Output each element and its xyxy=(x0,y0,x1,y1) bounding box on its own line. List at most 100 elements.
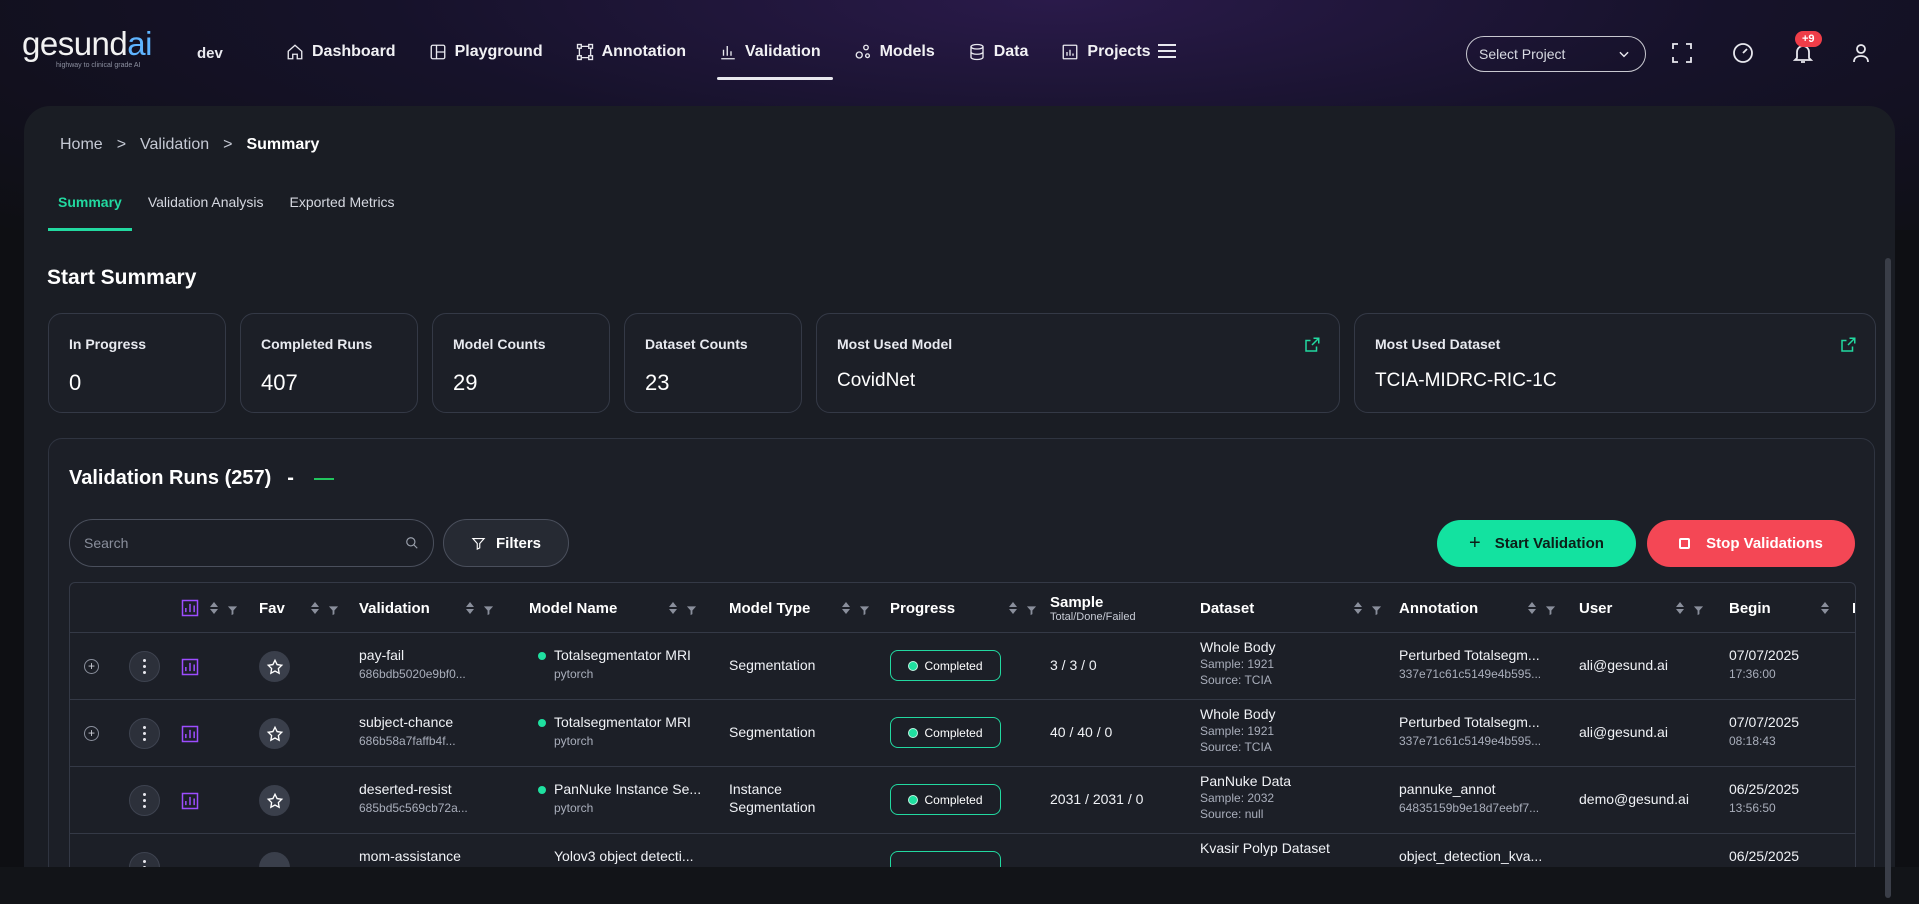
filter-icon[interactable] xyxy=(227,603,238,615)
nav-projects[interactable]: Projects xyxy=(1061,40,1151,80)
fullscreen-icon[interactable] xyxy=(1670,41,1694,65)
column-sample: Sample Total/Done/Failed xyxy=(1050,583,1136,633)
tab-validation-analysis[interactable]: Validation Analysis xyxy=(138,194,274,231)
user-icon[interactable] xyxy=(1849,41,1873,65)
search-input[interactable]: Search xyxy=(69,519,434,567)
validation-runs-section: Validation Runs (257) - Search Filters +… xyxy=(48,438,1875,904)
sort-icon[interactable] xyxy=(842,602,851,614)
model-name-cell: Totalsegmentator MRI pytorch xyxy=(538,714,691,748)
filter-icon[interactable] xyxy=(483,603,494,615)
nav-validation[interactable]: Validation xyxy=(717,40,833,80)
dataset-cell: PanNuke Data Sample: 2032 Source: null xyxy=(1200,773,1291,821)
menu-icon[interactable] xyxy=(1158,44,1176,60)
home-icon xyxy=(287,44,303,60)
breadcrumb-validation[interactable]: Validation xyxy=(140,136,209,154)
sample-cell: 40 / 40 / 0 xyxy=(1050,724,1113,740)
gauge-icon[interactable] xyxy=(1731,41,1755,65)
expand-row-icon[interactable]: + xyxy=(84,659,99,674)
filter-icon[interactable] xyxy=(1693,603,1704,615)
filters-button[interactable]: Filters xyxy=(443,519,569,567)
external-link-icon[interactable] xyxy=(1303,336,1321,354)
favorite-star-icon[interactable] xyxy=(259,785,290,816)
nav-dashboard[interactable]: Dashboard xyxy=(286,40,396,80)
user-cell: demo@gesund.ai xyxy=(1579,791,1689,807)
validation-cell[interactable]: subject-chance 686b58a7faffb4f... xyxy=(359,714,456,748)
row-actions-icon[interactable] xyxy=(129,651,160,682)
card-model-counts: Model Counts 29 xyxy=(432,313,610,413)
expand-row-icon[interactable]: + xyxy=(84,726,99,741)
nav-annotation[interactable]: Annotation xyxy=(576,40,686,80)
bar-chart-icon[interactable] xyxy=(180,724,200,744)
favorite-star-icon[interactable] xyxy=(259,718,290,749)
begin-time: 08:18:43 xyxy=(1729,734,1776,748)
validation-cell[interactable]: deserted-resist 685bd5c569cb72a... xyxy=(359,781,468,815)
nav-playground[interactable]: Playground xyxy=(429,40,543,80)
nav-label: Validation xyxy=(745,43,821,60)
sort-icon[interactable] xyxy=(1354,602,1363,614)
filter-icon[interactable] xyxy=(328,603,339,615)
scrollbar[interactable] xyxy=(1885,258,1891,898)
model-name-cell: PanNuke Instance Se... pytorch xyxy=(538,781,701,815)
card-label: In Progress xyxy=(69,336,147,352)
row-actions-icon[interactable] xyxy=(129,718,160,749)
sort-icon[interactable] xyxy=(1009,602,1018,614)
projects-icon xyxy=(1062,44,1078,60)
begin-time: 13:56:50 xyxy=(1729,801,1776,815)
sort-icon[interactable] xyxy=(1820,602,1829,614)
model-framework: pytorch xyxy=(554,667,594,681)
column-label: Model Name xyxy=(529,599,618,617)
model-name-cell: Yolov3 object detecti... xyxy=(554,848,694,864)
tab-summary[interactable]: Summary xyxy=(48,194,132,231)
table-row[interactable]: + pay-fail 686bdb5020e9bf0... Totalsegmen… xyxy=(70,633,1855,700)
dataset-name: Whole Body xyxy=(1200,639,1276,655)
annotation-name: Perturbed Totalsegm... xyxy=(1399,714,1540,730)
start-validation-button[interactable]: + Start Validation xyxy=(1437,520,1636,567)
logo[interactable]: gesundai highway to clinical grade AI xyxy=(22,27,152,69)
sort-icon[interactable] xyxy=(1676,602,1685,614)
validation-name: subject-chance xyxy=(359,714,454,730)
nav-models[interactable]: Models xyxy=(854,40,935,80)
filter-icon[interactable] xyxy=(1371,603,1382,615)
sort-icon[interactable] xyxy=(669,602,678,614)
sort-icon[interactable] xyxy=(465,602,474,614)
table-row[interactable]: deserted-resist 685bd5c569cb72a... PanNuk… xyxy=(70,767,1855,834)
sort-icon[interactable] xyxy=(210,602,218,614)
sort-icon[interactable] xyxy=(310,602,319,614)
bar-chart-icon[interactable] xyxy=(180,791,200,811)
model-type-cell: Segmentation xyxy=(729,724,816,740)
sample-cell: 3 / 3 / 0 xyxy=(1050,657,1097,673)
breadcrumb-home[interactable]: Home xyxy=(60,136,103,154)
filter-icon[interactable] xyxy=(1545,603,1556,615)
favorite-star-icon[interactable] xyxy=(259,651,290,682)
model-type-line2: Segmentation xyxy=(729,799,816,815)
row-actions-icon[interactable] xyxy=(129,785,160,816)
stop-validations-button[interactable]: Stop Validations xyxy=(1647,520,1855,567)
model-framework: pytorch xyxy=(554,801,594,815)
select-project-dropdown[interactable]: Select Project xyxy=(1466,36,1646,72)
nav-label: Playground xyxy=(454,43,543,60)
filter-icon[interactable] xyxy=(686,603,697,615)
filter-icon[interactable] xyxy=(859,603,870,615)
table-header: Fav Validation Model Name Model Type Pro… xyxy=(70,583,1855,633)
begin-date: 06/25/2025 xyxy=(1729,781,1800,797)
validation-cell[interactable]: pay-fail 686bdb5020e9bf0... xyxy=(359,647,466,681)
card-most-used-dataset: Most Used Dataset TCIA-MIDRC-RIC-1C xyxy=(1354,313,1876,413)
validation-name: pay-fail xyxy=(359,647,405,663)
runs-title-text: Validation Runs (257) xyxy=(69,467,272,489)
breadcrumb: Home > Validation > Summary xyxy=(60,136,319,154)
filter-icon[interactable] xyxy=(1026,603,1037,615)
model-name: PanNuke Instance Se... xyxy=(554,781,702,797)
table-row[interactable]: + subject-chance 686b58a7faffb4f... Total… xyxy=(70,700,1855,767)
begin-cell: 07/07/2025 08:18:43 xyxy=(1729,714,1799,748)
breadcrumb-separator: > xyxy=(223,136,233,153)
tab-exported-metrics[interactable]: Exported Metrics xyxy=(280,194,405,231)
sort-icon[interactable] xyxy=(1528,602,1537,614)
validation-cell[interactable]: mom-assistance xyxy=(359,848,461,864)
bar-chart-icon xyxy=(721,46,735,60)
bar-chart-icon[interactable] xyxy=(180,657,200,677)
external-link-icon[interactable] xyxy=(1839,336,1857,354)
card-value: 23 xyxy=(645,370,670,395)
card-completed-runs: Completed Runs 407 xyxy=(240,313,418,413)
model-framework: pytorch xyxy=(554,734,594,748)
nav-data[interactable]: Data xyxy=(968,40,1028,80)
